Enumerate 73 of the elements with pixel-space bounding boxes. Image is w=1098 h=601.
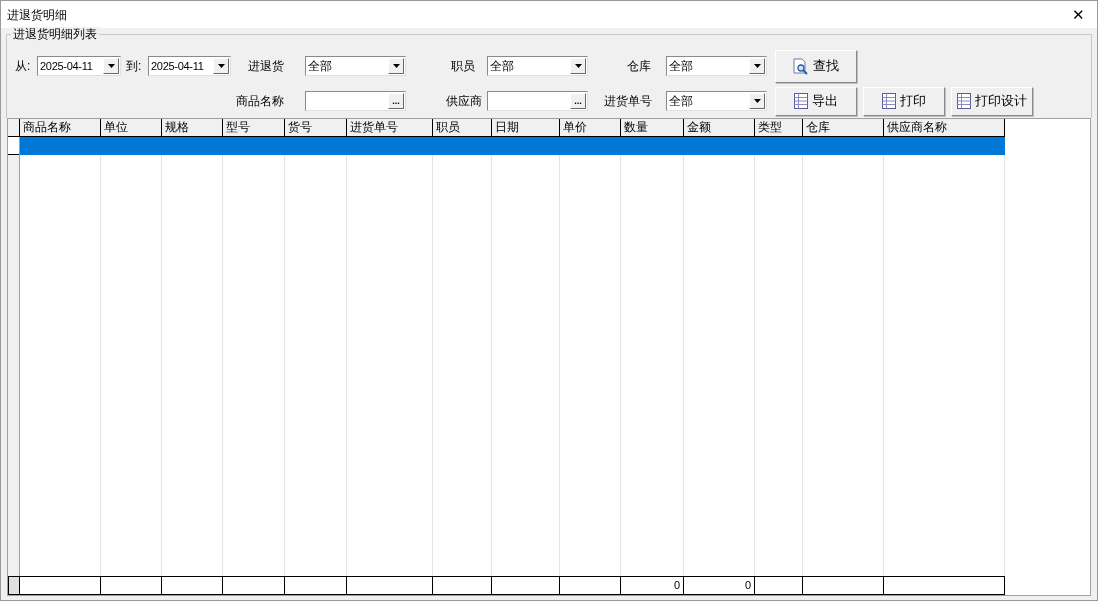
column-header[interactable]: 数量	[621, 119, 684, 137]
close-button[interactable]: ✕	[1068, 7, 1089, 22]
field-label: 仓库	[626, 58, 652, 75]
field-label: 进货单号	[603, 93, 653, 110]
footer-header	[8, 576, 20, 595]
column-header[interactable]: 类型	[755, 119, 803, 137]
column-header[interactable]: 商品名称	[20, 119, 101, 137]
combo-box[interactable]: 全部	[305, 56, 406, 76]
date-field[interactable]: 2025-04-11	[37, 56, 121, 76]
column-header[interactable]: 货号	[285, 119, 347, 137]
toolbar-button[interactable]: 打印设计	[951, 86, 1033, 116]
column-header[interactable]: 金额	[684, 119, 755, 137]
dropdown-button[interactable]	[749, 93, 765, 109]
column-header[interactable]: 进货单号	[347, 119, 433, 137]
toolbar-button[interactable]: 打印	[863, 86, 945, 116]
caret-icon	[107, 64, 115, 68]
caret-icon	[217, 64, 225, 68]
column-header[interactable]: 供应商名称	[884, 119, 1005, 137]
dropdown-button[interactable]	[570, 58, 586, 74]
combo-value: 全部	[669, 93, 693, 110]
total-cell	[560, 576, 621, 595]
lookup-field[interactable]: ...	[487, 91, 588, 111]
combo-box[interactable]: 全部	[666, 56, 767, 76]
field-label: 进退货	[247, 58, 285, 75]
column-header[interactable]: 日期	[492, 119, 560, 137]
date-value: 2025-04-11	[40, 58, 93, 74]
column-header[interactable]: 型号	[223, 119, 285, 137]
total-cell	[101, 576, 162, 595]
combo-box[interactable]: 全部	[666, 91, 767, 111]
caret-icon	[392, 64, 400, 68]
total-cell	[162, 576, 223, 595]
sheet-icon	[957, 93, 971, 109]
sheet-icon	[794, 93, 808, 109]
field-label: 从:	[15, 58, 32, 75]
column-header[interactable]: 规格	[162, 119, 223, 137]
column-header[interactable]: 职员	[433, 119, 492, 137]
field-label: 到:	[126, 58, 143, 75]
browse-button[interactable]: ...	[388, 93, 404, 109]
total-cell	[433, 576, 492, 595]
window-title: 进退货明细	[7, 6, 67, 24]
total-cell	[285, 576, 347, 595]
toolbar-button[interactable]: 查找	[775, 49, 857, 83]
column-header[interactable]: 单位	[101, 119, 162, 137]
sheet-icon	[882, 93, 896, 109]
date-value: 2025-04-11	[151, 58, 204, 74]
lookup-field[interactable]: ...	[305, 91, 406, 111]
total-cell: 0	[684, 576, 755, 595]
field-label: 供应商	[445, 93, 483, 110]
toolbar-button[interactable]: 导出	[775, 86, 857, 116]
combo-value: 全部	[308, 58, 332, 75]
column-header[interactable]: 单价	[560, 119, 621, 137]
dropdown-button[interactable]	[388, 58, 404, 74]
field-label: 商品名称	[235, 93, 285, 110]
dropdown-button[interactable]	[213, 58, 229, 74]
field-label: 职员	[450, 58, 476, 75]
total-cell	[755, 576, 803, 595]
row-header[interactable]	[8, 137, 19, 155]
group-title: 进退货明细列表	[11, 27, 99, 41]
total-cell: 0	[621, 576, 684, 595]
date-field[interactable]: 2025-04-11	[148, 56, 231, 76]
total-cell	[492, 576, 560, 595]
caret-icon	[574, 64, 582, 68]
column-header[interactable]: 仓库	[803, 119, 884, 137]
dropdown-button[interactable]	[749, 58, 765, 74]
caret-icon	[753, 99, 761, 103]
dropdown-button[interactable]	[103, 58, 119, 74]
browse-button[interactable]: ...	[570, 93, 586, 109]
total-cell	[223, 576, 285, 595]
combo-box[interactable]: 全部	[487, 56, 588, 76]
caret-icon	[753, 64, 761, 68]
combo-value: 全部	[669, 58, 693, 75]
combo-value: 全部	[490, 58, 514, 75]
search-icon	[793, 57, 809, 75]
